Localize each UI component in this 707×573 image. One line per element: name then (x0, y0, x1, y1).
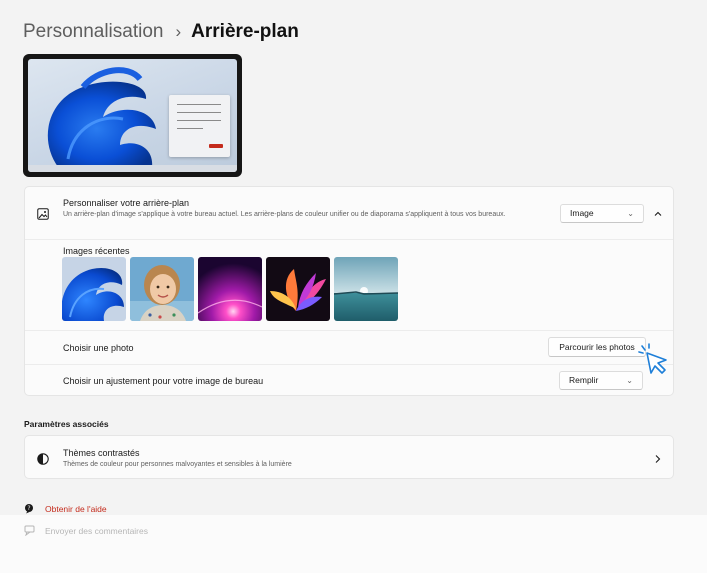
chevron-up-icon[interactable] (652, 207, 664, 219)
choose-photo-label: Choisir une photo (63, 343, 134, 353)
preview-taskbar (28, 165, 237, 172)
contrast-icon (37, 452, 49, 470)
get-help-text: Obtenir de l'aide (45, 503, 107, 514)
chevron-down-icon: ⌄ (627, 209, 634, 218)
fit-dropdown[interactable]: Remplir ⌄ (559, 371, 643, 390)
contrast-themes-card[interactable]: Thèmes contrastés Thèmes de couleur pour… (24, 435, 674, 479)
recent-image-4[interactable] (266, 257, 330, 321)
personalize-background-title: Personnaliser votre arrière-plan (63, 198, 190, 208)
colorful-bloom-thumb (266, 257, 330, 321)
lake-sunrise-thumb (334, 257, 398, 321)
chevron-down-icon: ⌄ (626, 376, 633, 385)
purple-glow-thumb (198, 257, 262, 321)
bloom-blue-thumb (62, 257, 126, 321)
svg-text:?: ? (27, 505, 30, 512)
recent-image-5[interactable] (334, 257, 398, 321)
divider (25, 239, 673, 240)
personalize-background-row[interactable]: Personnaliser votre arrière-plan Un arri… (25, 187, 673, 239)
preview-wallpaper (28, 59, 237, 172)
breadcrumb: Personnalisation › Arrière-plan (23, 19, 299, 45)
browse-photos-button[interactable]: Parcourir les photos (548, 337, 646, 357)
child-portrait-thumb (130, 257, 194, 321)
recent-images-label: Images récentes (63, 246, 130, 256)
personalize-background-description: Un arrière-plan d'image s'applique à vot… (63, 211, 506, 218)
background-type-dropdown[interactable]: Image ⌄ (560, 204, 644, 223)
recent-image-1[interactable] (62, 257, 126, 321)
page-title: Arrière-plan (191, 21, 299, 42)
recent-image-3[interactable] (198, 257, 262, 321)
help-chat-icon: ? (24, 503, 35, 514)
get-help-link[interactable]: ? Obtenir de l'aide (24, 503, 107, 514)
background-type-value: Image (570, 208, 594, 218)
image-icon (37, 207, 49, 225)
settings-window: Personnalisation › Arrière-plan Personna… (0, 0, 707, 573)
desktop-preview (23, 54, 242, 177)
breadcrumb-personalisation[interactable]: Personnalisation (23, 21, 163, 43)
contrast-themes-title: Thèmes contrastés (63, 448, 140, 458)
chevron-right-icon: › (175, 22, 182, 41)
related-settings-heading: Paramètres associés (24, 419, 109, 429)
preview-window-mock (169, 95, 230, 157)
fit-value: Remplir (569, 375, 599, 385)
recent-image-2[interactable] (130, 257, 194, 321)
contrast-themes-description: Thèmes de couleur pour personnes malvoya… (63, 461, 292, 468)
send-feedback-link[interactable]: Envoyer des commentaires (24, 525, 148, 536)
chevron-right-icon (653, 452, 663, 470)
feedback-icon (24, 525, 35, 536)
footer-overlay (0, 515, 707, 573)
fit-label: Choisir un ajustement pour votre image d… (63, 376, 264, 386)
send-feedback-text: Envoyer des commentaires (45, 525, 148, 536)
